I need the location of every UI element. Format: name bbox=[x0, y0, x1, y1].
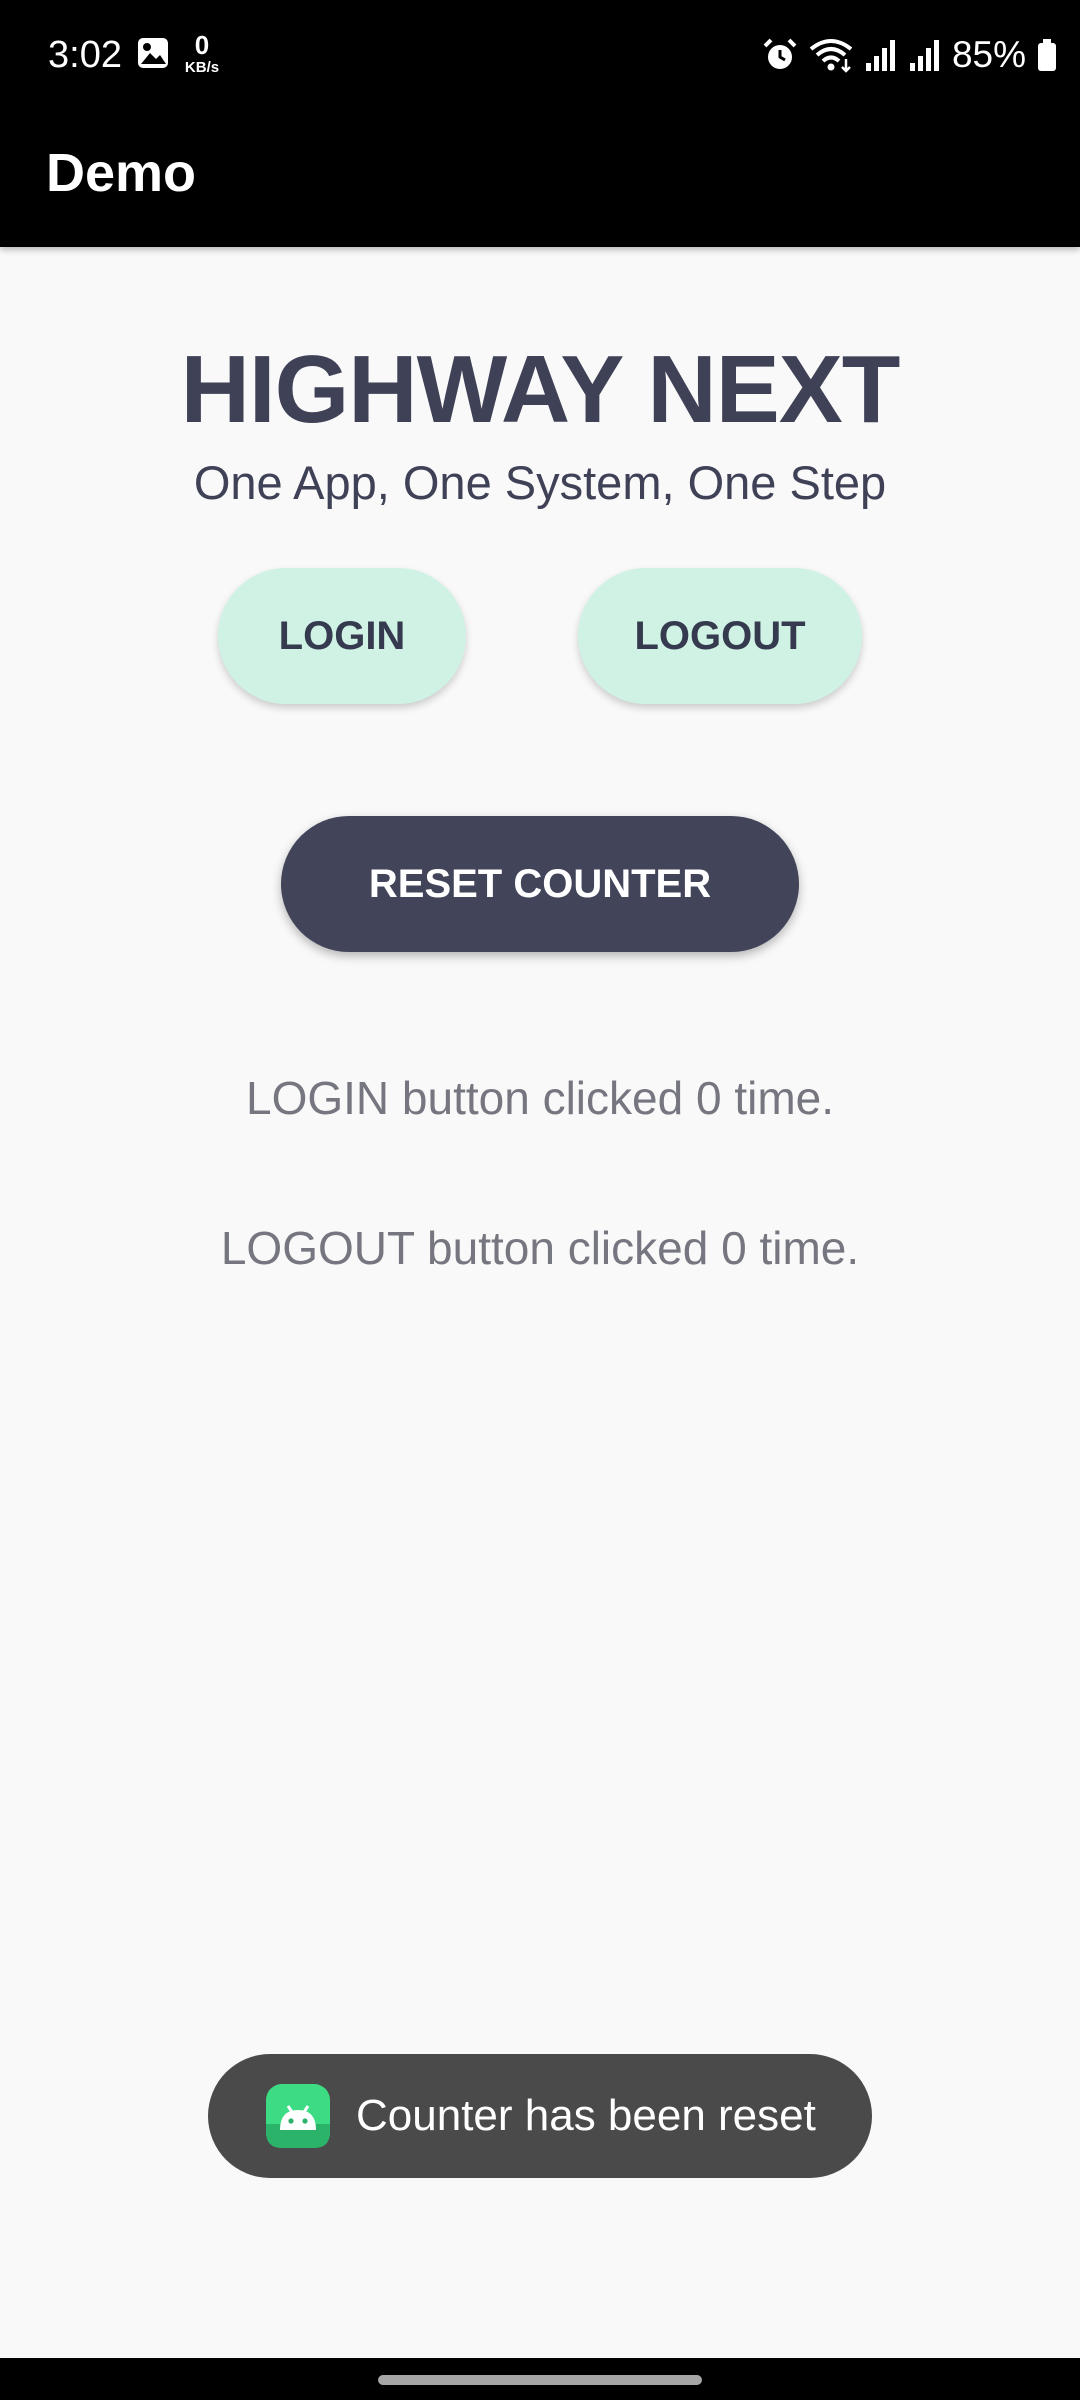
navigation-bar bbox=[0, 2358, 1080, 2400]
logout-count-text: LOGOUT button clicked 0 time. bbox=[220, 1222, 860, 1274]
tagline: One App, One System, One Step bbox=[193, 456, 887, 509]
status-bar: 3:02 0 KB/s 85% bbox=[0, 0, 1080, 110]
headline: HIGHWAY NEXT bbox=[180, 336, 901, 443]
network-speed-value: 0 bbox=[194, 30, 210, 60]
network-speed-unit: KB/s bbox=[184, 59, 220, 76]
reset-counter-button[interactable]: RESET COUNTER bbox=[281, 816, 799, 952]
android-app-icon bbox=[266, 2084, 330, 2148]
login-count-text: LOGIN button clicked 0 time. bbox=[245, 1072, 835, 1124]
signal-icon bbox=[908, 37, 942, 73]
logout-button[interactable]: LOGOUT bbox=[578, 568, 862, 704]
app-title: Demo bbox=[46, 143, 197, 203]
battery-icon bbox=[1036, 37, 1058, 73]
toast: Counter has been reset bbox=[208, 2054, 872, 2178]
image-icon bbox=[136, 36, 170, 70]
battery-percentage: 85% bbox=[951, 34, 1026, 75]
alarm-icon bbox=[762, 37, 798, 73]
app-bar: Demo bbox=[0, 110, 1080, 247]
login-button[interactable]: LOGIN bbox=[218, 568, 466, 704]
wifi-icon bbox=[808, 37, 854, 73]
signal-icon bbox=[864, 37, 898, 73]
status-icons: 85% bbox=[762, 30, 1058, 80]
network-speed: 0 KB/s bbox=[180, 32, 224, 75]
toast-message: Counter has been reset bbox=[356, 2091, 816, 2140]
status-time: 3:02 bbox=[48, 34, 122, 76]
home-gesture-handle[interactable] bbox=[378, 2375, 702, 2385]
